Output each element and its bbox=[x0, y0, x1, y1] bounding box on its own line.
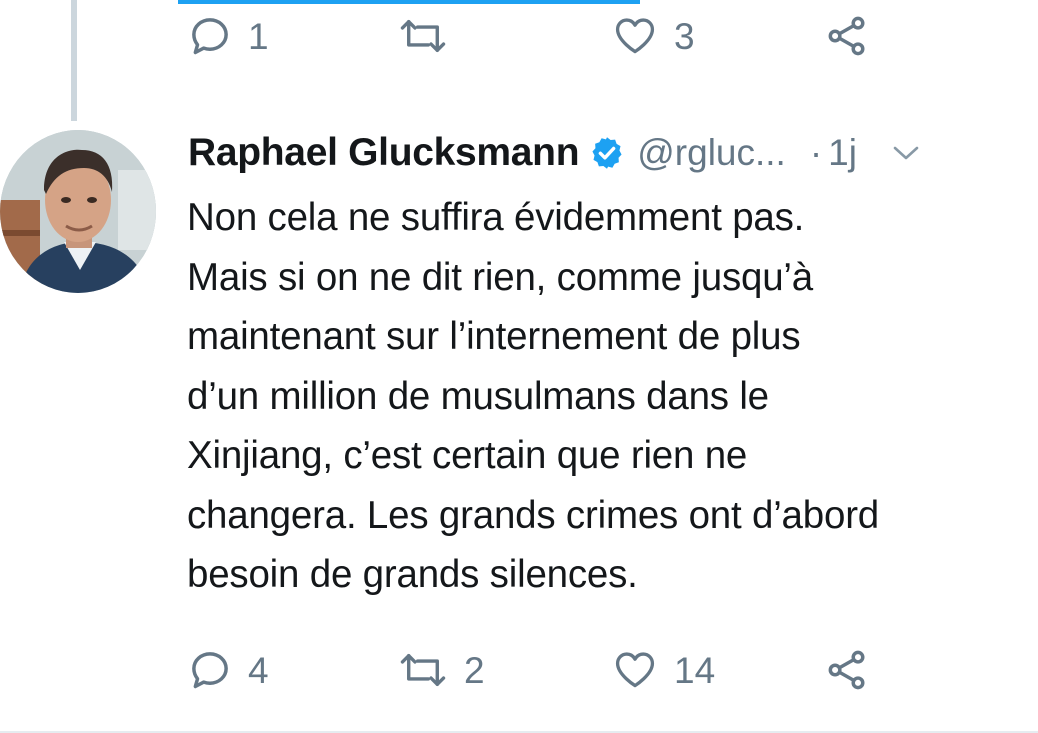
tweet-thread-view: 1 3 Raphael Glucksmann @rgluc... · 1j No… bbox=[0, 0, 1038, 733]
tweet-timestamp[interactable]: 1j bbox=[828, 132, 857, 174]
share-button[interactable] bbox=[824, 640, 870, 700]
retweet-button[interactable] bbox=[398, 6, 464, 66]
like-button[interactable]: 3 bbox=[612, 6, 695, 66]
retweet-count: 2 bbox=[464, 649, 485, 691]
avatar-photo bbox=[0, 130, 156, 293]
heart-icon bbox=[612, 14, 658, 58]
verified-badge-icon bbox=[589, 135, 625, 171]
author-handle[interactable]: @rgluc... bbox=[637, 132, 786, 174]
thread-connector-line bbox=[71, 0, 77, 121]
like-count: 14 bbox=[674, 649, 716, 691]
like-count: 3 bbox=[674, 15, 695, 57]
reply-button[interactable]: 4 bbox=[188, 640, 269, 700]
share-button[interactable] bbox=[824, 6, 870, 66]
header-separator: · bbox=[809, 132, 823, 173]
top-highlight-bar bbox=[178, 0, 640, 4]
heart-icon bbox=[612, 648, 658, 692]
retweet-icon bbox=[398, 14, 448, 58]
avatar[interactable] bbox=[0, 130, 156, 293]
chevron-down-icon[interactable] bbox=[891, 143, 921, 163]
retweet-button[interactable]: 2 bbox=[398, 640, 485, 700]
retweet-icon bbox=[398, 648, 448, 692]
like-button[interactable]: 14 bbox=[612, 640, 715, 700]
share-icon bbox=[824, 14, 870, 58]
reply-icon bbox=[188, 648, 232, 692]
author-name[interactable]: Raphael Glucksmann bbox=[188, 131, 580, 175]
reply-count: 4 bbox=[248, 649, 269, 691]
reply-button[interactable]: 1 bbox=[188, 6, 269, 66]
tweet-actions: 4 2 14 bbox=[188, 640, 888, 700]
tweet-text: Non cela ne suffira évidemment pas. Mais… bbox=[187, 196, 880, 596]
previous-tweet-actions: 1 3 bbox=[188, 6, 888, 66]
share-icon bbox=[824, 648, 870, 692]
tweet-header: Raphael Glucksmann @rgluc... · 1j bbox=[188, 124, 1008, 182]
reply-count: 1 bbox=[248, 15, 269, 57]
reply-icon bbox=[188, 14, 232, 58]
